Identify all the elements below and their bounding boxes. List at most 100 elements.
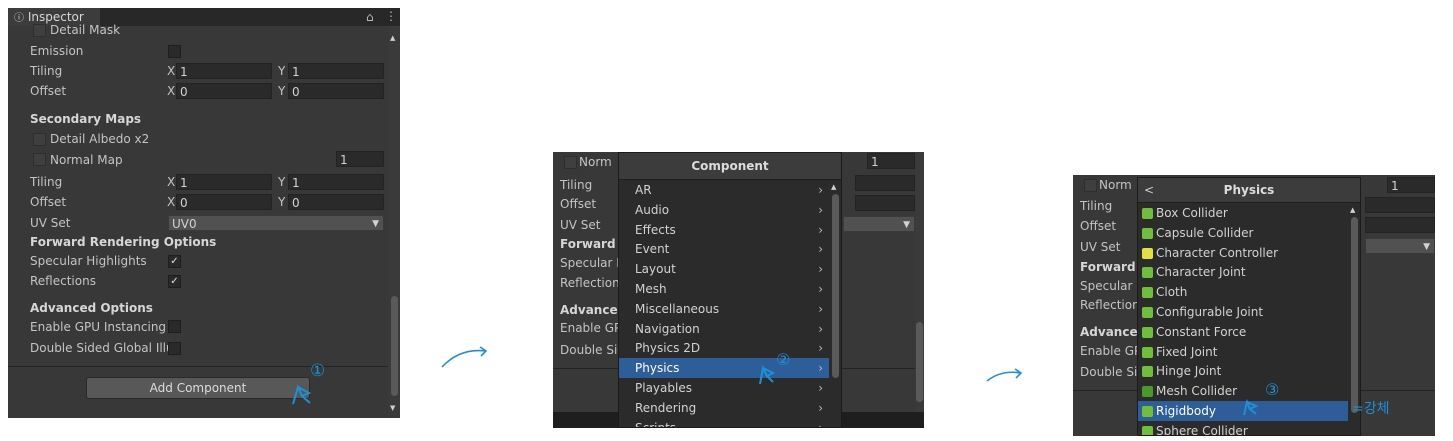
reflections-checkbox[interactable]: ✓: [168, 275, 181, 288]
offset-label: Offset: [1080, 219, 1117, 233]
offset-x-field[interactable]: 0: [176, 83, 272, 99]
component-menu-list: AR › Audio › Effects › Event › Layout › Mesh › Misce…: [619, 180, 829, 427]
double-sided-gi-checkbox[interactable]: [168, 342, 181, 355]
offset2-x-field[interactable]: 0: [176, 194, 272, 210]
chevron-right-icon: ›: [818, 242, 823, 257]
tiling2-y-field[interactable]: 1: [288, 174, 384, 190]
physics-menu-item[interactable]: Character Joint: [1138, 262, 1348, 282]
advanced-header: Advanced: [560, 303, 627, 317]
tiling-y-field[interactable]: [855, 175, 915, 191]
component-menu-item[interactable]: Scripts ›: [619, 418, 829, 428]
physics-menu-item-label: Box Collider: [1156, 206, 1228, 220]
physics-menu-item[interactable]: Sphere Collider: [1138, 421, 1348, 435]
back-chevron-icon[interactable]: <: [1144, 178, 1154, 202]
component-menu-item[interactable]: AR ›: [619, 180, 829, 200]
more-menu-icon[interactable]: ⋮: [385, 9, 397, 23]
component-menu-item[interactable]: Layout ›: [619, 259, 829, 279]
component-menu-item-label: Physics: [635, 361, 680, 376]
emission-label: Emission: [30, 44, 84, 58]
offset2-y-label: Y: [278, 195, 286, 209]
specular-highlights-checkbox[interactable]: ✓: [168, 255, 181, 268]
tiling-label: Tiling: [30, 64, 63, 78]
tiling2-label: Tiling: [30, 175, 63, 189]
menu-scrollbar-thumb[interactable]: [1351, 217, 1358, 413]
chevron-right-icon: ›: [818, 222, 823, 237]
offset-y-field[interactable]: [855, 195, 915, 211]
physics-menu-item[interactable]: Hinge Joint: [1138, 361, 1348, 381]
component-menu-item[interactable]: Rendering ›: [619, 398, 829, 418]
component-menu-item[interactable]: Physics 2D ›: [619, 338, 829, 358]
inspector-scrollbar[interactable]: [915, 152, 924, 428]
tiling-y-field[interactable]: 1: [288, 63, 384, 79]
component-menu-item[interactable]: Effects ›: [619, 220, 829, 240]
flow-arrow-icon: [441, 346, 488, 368]
component-menu-item[interactable]: Playables ›: [619, 378, 829, 398]
offset-y-field[interactable]: [1365, 217, 1435, 233]
component-menu-item[interactable]: Event ›: [619, 239, 829, 259]
normal-map-slot[interactable]: [1084, 179, 1097, 192]
component-icon: [1142, 227, 1153, 239]
component-menu-item-label: Event: [635, 242, 670, 257]
chevron-right-icon: ›: [818, 420, 823, 428]
add-component-button[interactable]: Add Component: [86, 377, 310, 399]
menu-scrollbar-thumb[interactable]: [832, 194, 839, 378]
component-menu-item[interactable]: Audio ›: [619, 200, 829, 220]
normal-map-slot[interactable]: [564, 156, 577, 169]
tiling-y-field[interactable]: [1365, 197, 1435, 213]
chevron-right-icon: ›: [818, 321, 823, 336]
component-icon: [1142, 425, 1153, 435]
component-icon: [1142, 386, 1153, 398]
tiling2-x-field[interactable]: 1: [176, 174, 272, 190]
dropdown-arrow-icon: ▼: [903, 220, 910, 230]
detail-mask-slot[interactable]: [33, 24, 46, 37]
offset-x-label: X: [167, 84, 176, 98]
uv-set-dropdown[interactable]: UV0 ▼: [168, 215, 384, 231]
physics-menu-item[interactable]: Character Controller: [1138, 243, 1348, 263]
reflections-label: Reflections: [30, 274, 96, 288]
physics-menu-item[interactable]: Capsule Collider: [1138, 223, 1348, 243]
component-icon: [1142, 406, 1153, 417]
scrollbar-thumb[interactable]: [391, 296, 398, 396]
physics-menu-item[interactable]: Fixed Joint: [1138, 342, 1348, 362]
offset2-y-field[interactable]: 0: [288, 194, 384, 210]
inspector-scrollbar[interactable]: ▲ ▼: [388, 26, 400, 418]
offset-y-field[interactable]: 0: [288, 83, 384, 99]
offset2-x-label: X: [167, 195, 176, 209]
component-menu-item[interactable]: Navigation ›: [619, 319, 829, 339]
component-dropdown: Component AR › Audio › Effects › Event › Layout ›…: [618, 152, 842, 428]
normal-map-scale-field[interactable]: 1: [1387, 177, 1435, 193]
component-menu-item[interactable]: Physics ›: [619, 358, 829, 379]
chevron-right-icon: ›: [818, 183, 823, 197]
chevron-right-icon: ›: [818, 262, 823, 277]
offset2-label: Offset: [30, 195, 67, 209]
uv-set-label: UV Set: [1080, 240, 1121, 254]
uv-set-dropdown[interactable]: ▼: [1365, 238, 1435, 254]
component-menu-item[interactable]: Miscellaneous ›: [619, 299, 829, 319]
double-sided-gi-label: Double Sided Global Illu: [30, 341, 168, 355]
scrollbar-thumb[interactable]: [916, 322, 923, 402]
physics-menu-item[interactable]: Box Collider: [1138, 203, 1348, 223]
menu-scrollbar[interactable]: ▲: [829, 180, 841, 427]
reflections-label: Reflection: [560, 276, 620, 290]
component-menu-screenshot: Norm 1 Tiling Offset UV Set ▼ Forward R …: [553, 152, 924, 428]
normal-map-slot[interactable]: [33, 153, 46, 166]
physics-menu-item[interactable]: Configurable Joint: [1138, 302, 1348, 322]
tiling-x-field[interactable]: 1: [176, 63, 272, 79]
uv-set-label: UV Set: [560, 218, 601, 232]
lock-icon[interactable]: ⌂: [366, 10, 374, 24]
flow-arrow-icon: [986, 368, 1023, 382]
emission-checkbox[interactable]: [168, 45, 181, 58]
physics-menu-item[interactable]: Cloth: [1138, 282, 1348, 302]
gpu-instancing-checkbox[interactable]: [168, 320, 181, 333]
component-menu-item[interactable]: Mesh ›: [619, 279, 829, 299]
normal-map-label: Normal Map: [50, 153, 123, 167]
info-icon: ⓘ: [14, 13, 24, 24]
detail-albedo-slot[interactable]: [33, 133, 46, 146]
reflections-label: Reflection: [1080, 298, 1140, 312]
component-menu-item-label: Miscellaneous: [635, 301, 720, 316]
physics-menu-item[interactable]: Constant Force: [1138, 322, 1348, 342]
normal-map-scale-field[interactable]: 1: [336, 151, 384, 167]
uv-set-dropdown[interactable]: ▼: [843, 216, 915, 232]
step-1-marker: ①: [310, 361, 326, 381]
normal-map-scale-field[interactable]: 1: [867, 153, 915, 169]
